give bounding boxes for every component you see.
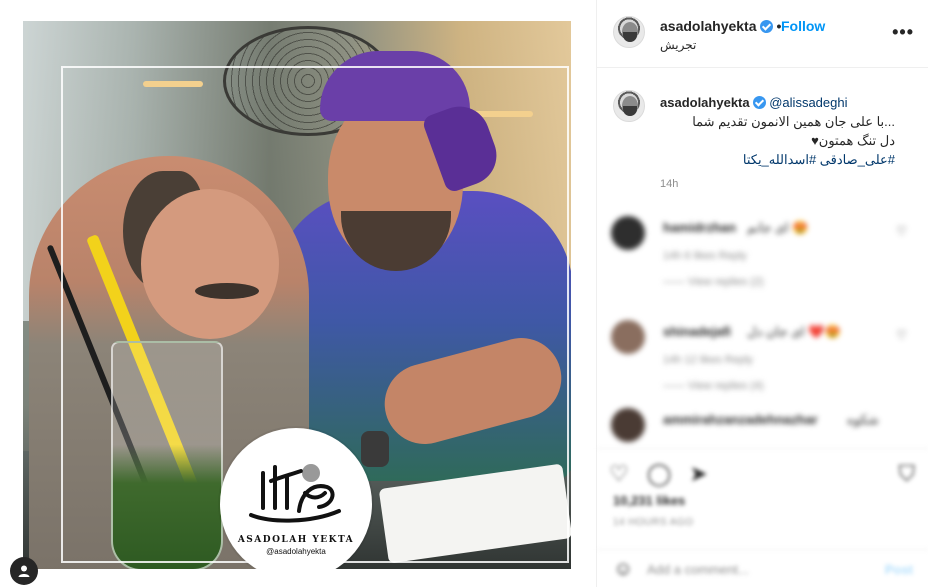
commenter-avatar[interactable] — [611, 408, 645, 442]
comment-item: hamidrzhan ای جانم 😍 14h 6 likes Reply —… — [597, 188, 928, 288]
caption-hashtags[interactable]: #علی_صادقی #اسدالله_یکتا — [660, 150, 895, 169]
calligraphy-logo-icon — [249, 463, 341, 523]
comment-meta: 14h 12 likes Reply — [663, 354, 753, 366]
author-avatar[interactable] — [613, 16, 645, 48]
post-date[interactable]: 14 HOURS AGO — [613, 517, 693, 528]
comment-item: ammirahzanzadehnazhar شکوه — [597, 380, 928, 448]
tagged-users-button[interactable] — [10, 557, 38, 585]
comment-item: shinadejafi ای جان دل ❤️😍 14h 12 likes R… — [597, 292, 928, 392]
post-media: ASADOLAH YEKTA @asadolahyekta — [0, 0, 596, 587]
emoji-icon[interactable]: ☺ — [613, 558, 633, 581]
share-send-icon[interactable]: ➤ — [689, 461, 707, 487]
watermark-name: ASADOLAH YEKTA — [237, 534, 355, 545]
watermark-logo: ASADOLAH YEKTA @asadolahyekta — [220, 428, 372, 569]
post-photo[interactable]: ASADOLAH YEKTA @asadolahyekta — [23, 21, 571, 569]
caption-username[interactable]: asadolahyekta — [660, 95, 750, 110]
caption-avatar[interactable] — [613, 90, 645, 122]
post-side-panel: asadolahyekta • Follow تجریش ••• asadolah… — [596, 0, 928, 587]
post-location[interactable]: تجریش — [660, 38, 696, 52]
post-header: asadolahyekta • Follow تجریش ••• — [597, 0, 928, 68]
caption-mention[interactable]: @alissadeghi — [769, 95, 847, 110]
author-username[interactable]: asadolahyekta • — [660, 18, 785, 34]
comment-input[interactable]: Add a comment... — [647, 562, 749, 577]
comment-text: ای جانم 😍 — [747, 220, 809, 235]
comment-bubble-icon[interactable]: ◯ — [647, 461, 672, 487]
commenter-name[interactable]: ammirahzanzadehnazhar — [663, 412, 818, 427]
commenter-avatar[interactable] — [611, 320, 645, 354]
commenter-name[interactable]: hamidrzhan — [663, 220, 736, 235]
like-heart-icon[interactable]: ♡ — [609, 461, 629, 487]
heart-icon[interactable]: ♡ — [896, 328, 907, 342]
comment-text: شکوه — [847, 412, 879, 427]
verified-icon — [759, 20, 773, 33]
post-caption: asadolahyekta @alissadeghi ...با علی جان… — [597, 68, 928, 192]
add-comment-bar: ☺ Add a comment... Post — [597, 549, 928, 588]
user-icon — [18, 565, 30, 577]
comments-list: hamidrzhan ای جانم 😍 14h 6 likes Reply —… — [597, 188, 928, 448]
commenter-name[interactable]: shinadejafi — [663, 324, 731, 339]
commenter-avatar[interactable] — [611, 216, 645, 250]
caption-text: ...با علی جان همین الانمون تقدیم شما دل … — [660, 112, 895, 169]
verified-icon — [752, 96, 766, 109]
view-replies-link[interactable]: —— View replies (2) — [663, 276, 764, 288]
likes-count[interactable]: 10,231 likes — [613, 493, 685, 508]
instagram-post-modal: ASADOLAH YEKTA @asadolahyekta asadolahye… — [0, 0, 928, 587]
comment-meta: 14h 6 likes Reply — [663, 250, 747, 262]
follow-button[interactable]: Follow — [781, 18, 825, 34]
post-actions: ♡ ◯ ➤ ⛉ 10,231 likes 14 HOURS AGO ☺ Add … — [597, 448, 928, 587]
comment-text: ای جان دل ❤️😍 — [747, 324, 841, 339]
save-bookmark-icon[interactable]: ⛉ — [898, 461, 915, 487]
watermark-handle: @asadolahyekta — [266, 546, 326, 556]
heart-icon[interactable]: ♡ — [896, 224, 907, 238]
post-comment-button[interactable]: Post — [885, 562, 913, 577]
more-options-icon[interactable]: ••• — [892, 22, 914, 43]
